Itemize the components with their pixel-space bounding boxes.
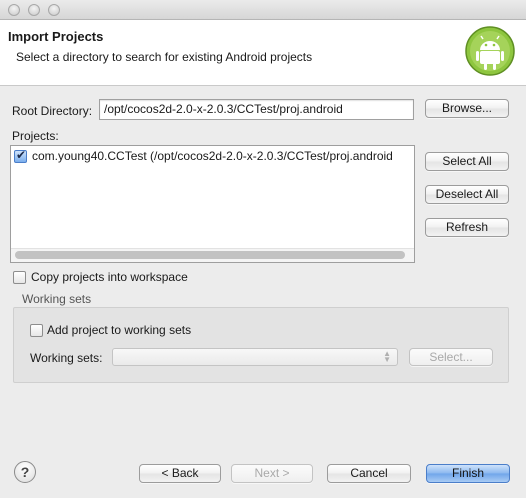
page-description: Select a directory to search for existin…	[16, 50, 313, 64]
back-button[interactable]: < Back	[139, 464, 221, 483]
projects-label: Projects:	[12, 129, 59, 143]
select-working-sets-button[interactable]: Select...	[409, 348, 493, 366]
next-button[interactable]: Next >	[231, 464, 313, 483]
select-all-button[interactable]: Select All	[425, 152, 509, 171]
finish-button[interactable]: Finish	[426, 464, 510, 483]
refresh-button[interactable]: Refresh	[425, 218, 509, 237]
working-sets-group-label: Working sets	[22, 292, 92, 306]
project-item-label: com.young40.CCTest (/opt/cocos2d-2.0-x-2…	[32, 149, 393, 163]
close-window-button[interactable]	[8, 4, 20, 16]
help-icon[interactable]: ?	[14, 461, 36, 483]
project-checkbox[interactable]	[14, 148, 27, 163]
copy-projects-label: Copy projects into workspace	[31, 270, 188, 284]
window-titlebar	[0, 0, 526, 20]
zoom-window-button[interactable]	[48, 4, 60, 16]
root-directory-input[interactable]: /opt/cocos2d-2.0-x-2.0.3/CCTest/proj.and…	[99, 99, 414, 120]
browse-button[interactable]: Browse...	[425, 99, 509, 118]
list-item[interactable]: com.young40.CCTest (/opt/cocos2d-2.0-x-2…	[14, 148, 414, 164]
working-sets-field-label: Working sets:	[30, 351, 103, 365]
deselect-all-button[interactable]: Deselect All	[425, 185, 509, 204]
working-sets-group	[13, 307, 509, 383]
working-sets-select[interactable]: ▲ ▼	[112, 348, 398, 366]
minimize-window-button[interactable]	[28, 4, 40, 16]
copy-projects-checkbox[interactable]	[13, 271, 26, 284]
root-directory-label: Root Directory:	[12, 104, 93, 118]
add-to-working-sets-label: Add project to working sets	[47, 323, 192, 337]
updown-arrows-icon: ▲ ▼	[383, 349, 391, 364]
add-to-working-sets-checkbox[interactable]	[30, 324, 43, 337]
scrollbar-thumb[interactable]	[15, 251, 405, 259]
cancel-button[interactable]: Cancel	[327, 464, 411, 483]
page-title: Import Projects	[8, 29, 104, 44]
android-robot-icon	[464, 24, 516, 80]
